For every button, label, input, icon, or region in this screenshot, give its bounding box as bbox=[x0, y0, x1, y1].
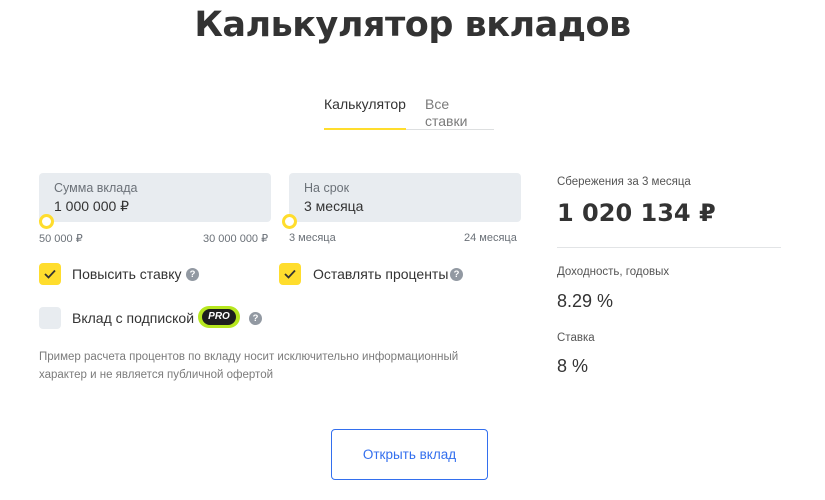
help-icon[interactable]: ? bbox=[450, 268, 463, 281]
disclaimer-text: Пример расчета процентов по вкладу носит… bbox=[39, 351, 459, 381]
keep-interest-checkbox[interactable] bbox=[279, 263, 301, 285]
pro-badge: PRO bbox=[198, 306, 240, 328]
increase-rate-checkbox[interactable] bbox=[39, 263, 61, 285]
rate-value: 8 % bbox=[557, 356, 589, 376]
pro-badge-text: PRO bbox=[202, 309, 236, 325]
deposit-amount-field[interactable]: Сумма вклада 1 000 000 ₽ bbox=[38, 173, 271, 229]
deposit-amount-min: 50 000 ₽ bbox=[39, 233, 83, 245]
yield-label: Доходность, годовых bbox=[557, 266, 670, 278]
deposit-amount-max: 30 000 000 ₽ bbox=[203, 233, 269, 245]
savings-value: 1 020 134 ₽ bbox=[557, 199, 716, 227]
increase-rate-label[interactable]: Повысить ставку bbox=[72, 266, 182, 282]
term-field[interactable]: На срок 3 месяца bbox=[282, 173, 521, 229]
subscription-checkbox[interactable] bbox=[39, 307, 61, 329]
page-title: Калькулятор вкладов bbox=[194, 5, 631, 45]
deposit-amount-slider-thumb[interactable] bbox=[38, 214, 54, 229]
tab-calculator[interactable]: Калькулятор bbox=[324, 96, 406, 130]
term-slider-thumb[interactable] bbox=[282, 214, 297, 229]
term-label: На срок bbox=[304, 181, 350, 195]
term-max: 24 месяца bbox=[464, 232, 517, 244]
help-icon[interactable]: ? bbox=[186, 268, 199, 281]
savings-label: Сбережения за 3 месяца bbox=[557, 176, 691, 188]
tab-bar: Калькулятор Все ставки bbox=[324, 96, 494, 130]
results-divider bbox=[557, 247, 781, 248]
rate-label: Ставка bbox=[557, 332, 595, 344]
check-icon bbox=[44, 269, 56, 279]
open-deposit-button[interactable]: Открыть вклад bbox=[331, 429, 488, 480]
keep-interest-label[interactable]: Оставлять проценты bbox=[313, 266, 448, 282]
term-min: 3 месяца bbox=[289, 232, 336, 244]
help-icon[interactable]: ? bbox=[249, 312, 262, 325]
term-slider[interactable] bbox=[282, 214, 521, 229]
check-icon bbox=[284, 269, 296, 279]
deposit-amount-slider[interactable] bbox=[38, 214, 271, 229]
deposit-amount-label: Сумма вклада bbox=[54, 181, 138, 195]
yield-value: 8.29 % bbox=[557, 291, 614, 311]
term-value[interactable]: 3 месяца bbox=[304, 198, 363, 214]
subscription-label[interactable]: Вклад с подпиской bbox=[72, 310, 194, 326]
tab-all-rates[interactable]: Все ставки bbox=[425, 96, 494, 129]
deposit-amount-value[interactable]: 1 000 000 ₽ bbox=[54, 198, 129, 215]
